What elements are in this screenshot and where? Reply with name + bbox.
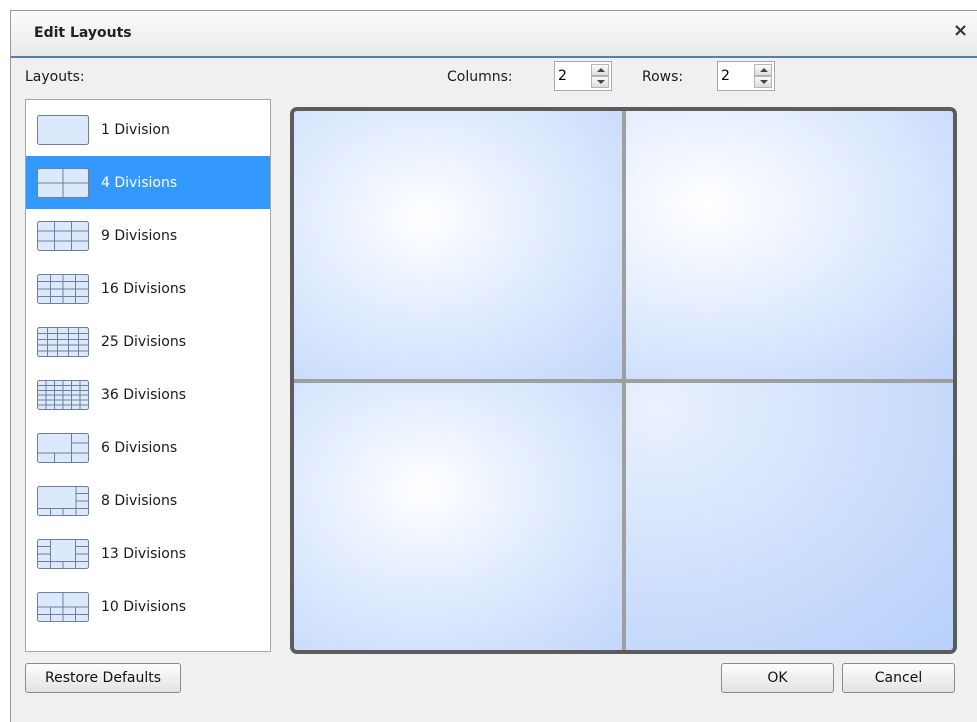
preview-cell[interactable] [625,382,953,650]
columns-label: Columns: [447,69,513,85]
layout-item-label: 9 Divisions [101,227,178,244]
layout-item-label: 13 Divisions [101,545,187,562]
dialog-title: Edit Layouts [34,25,132,41]
layout-item-36-divisions[interactable]: 36 Divisions [26,368,270,421]
layout-item-label: 10 Divisions [101,598,187,615]
title-bar: Edit Layouts [11,11,977,58]
layout-preview-grid [294,111,953,650]
columns-input[interactable] [558,66,588,86]
rows-input[interactable] [721,66,751,86]
columns-increment-button[interactable] [591,64,609,76]
layout-item-label: 25 Divisions [101,333,187,350]
columns-stepper[interactable] [554,61,612,91]
layout-13-icon [37,538,89,569]
layouts-label: Layouts: [25,69,85,85]
layout-item-label: 6 Divisions [101,439,178,456]
layout-item-13-divisions[interactable]: 13 Divisions [26,527,270,580]
preview-cell[interactable] [294,111,622,379]
layout-item-16-divisions[interactable]: 16 Divisions [26,262,270,315]
rows-label: Rows: [642,69,684,85]
layout-item-6-divisions[interactable]: 6 Divisions [26,421,270,474]
layout-item-9-divisions[interactable]: 9 Divisions [26,209,270,262]
layout-2x2-icon [37,167,89,198]
layout-item-8-divisions[interactable]: 8 Divisions [26,474,270,527]
rows-stepper[interactable] [717,61,775,91]
cancel-button[interactable]: Cancel [842,663,955,693]
layout-item-1-division[interactable]: 1 Division [26,103,270,156]
layout-item-label: 16 Divisions [101,280,187,297]
layout-item-label: 1 Division [101,121,170,138]
preview-cell[interactable] [294,382,622,650]
preview-cell[interactable] [625,111,953,379]
layout-4x4-icon [37,273,89,304]
layout-item-label: 4 Divisions [101,174,178,191]
columns-decrement-button[interactable] [591,76,609,88]
layouts-list[interactable]: 1 Division 4 Divisions 9 Divisions 16 Di… [25,99,271,652]
close-icon[interactable]: × [953,22,968,40]
ok-button[interactable]: OK [721,663,834,693]
layout-item-label: 36 Divisions [101,386,187,403]
restore-defaults-button[interactable]: Restore Defaults [25,663,181,693]
layout-3x3-icon [37,220,89,251]
layout-10-icon [37,591,89,622]
layout-item-25-divisions[interactable]: 25 Divisions [26,315,270,368]
rows-increment-button[interactable] [754,64,772,76]
layout-8-icon [37,485,89,516]
layout-6x6-icon [37,379,89,410]
layout-5x5-icon [37,326,89,357]
rows-decrement-button[interactable] [754,76,772,88]
layout-preview[interactable] [290,107,957,654]
layout-item-10-divisions[interactable]: 10 Divisions [26,580,270,633]
layout-6-icon [37,432,89,463]
layout-item-label: 8 Divisions [101,492,178,509]
layout-item-4-divisions[interactable]: 4 Divisions [26,156,270,209]
layout-1x1-icon [37,114,89,145]
